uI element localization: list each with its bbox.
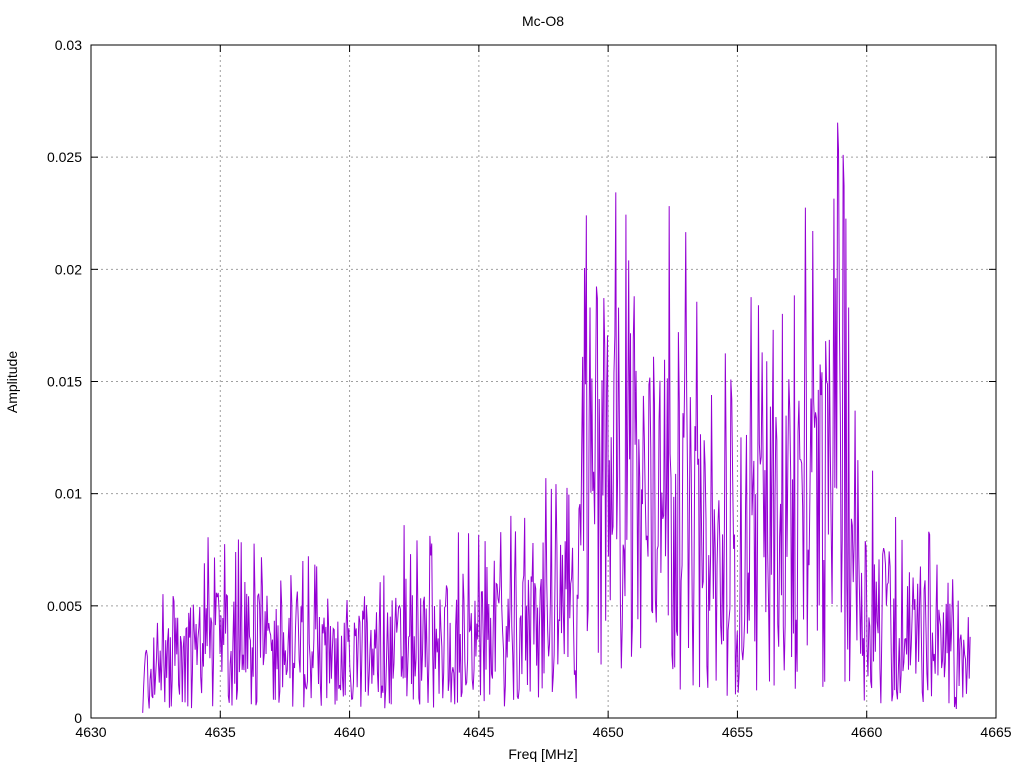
x-axis-label: Freq [MHz] <box>508 746 577 762</box>
x-tick-label: 4650 <box>593 724 624 740</box>
x-tick-label: 4640 <box>334 724 365 740</box>
chart-title: Mc-O8 <box>522 13 564 29</box>
y-tick-label: 0.02 <box>55 261 82 277</box>
x-tick-label: 4635 <box>205 724 236 740</box>
x-tick-label: 4645 <box>463 724 494 740</box>
x-tick-label: 4655 <box>722 724 753 740</box>
x-tick-label: 4660 <box>851 724 882 740</box>
chart: 4630 4635 4640 4645 4650 4655 4660 4665 0 0.005 0… <box>0 0 1024 768</box>
y-tick-label: 0.015 <box>47 374 82 390</box>
y-tick-label: 0.025 <box>47 149 82 165</box>
x-tick-label: 4630 <box>75 724 106 740</box>
y-tick-label: 0.005 <box>47 598 82 614</box>
x-tick-label: 4665 <box>980 724 1011 740</box>
y-axis-label: Amplitude <box>4 351 20 413</box>
y-tick-label: 0 <box>74 710 82 726</box>
y-tick-label: 0.03 <box>55 37 82 53</box>
y-tick-label: 0.01 <box>55 486 82 502</box>
